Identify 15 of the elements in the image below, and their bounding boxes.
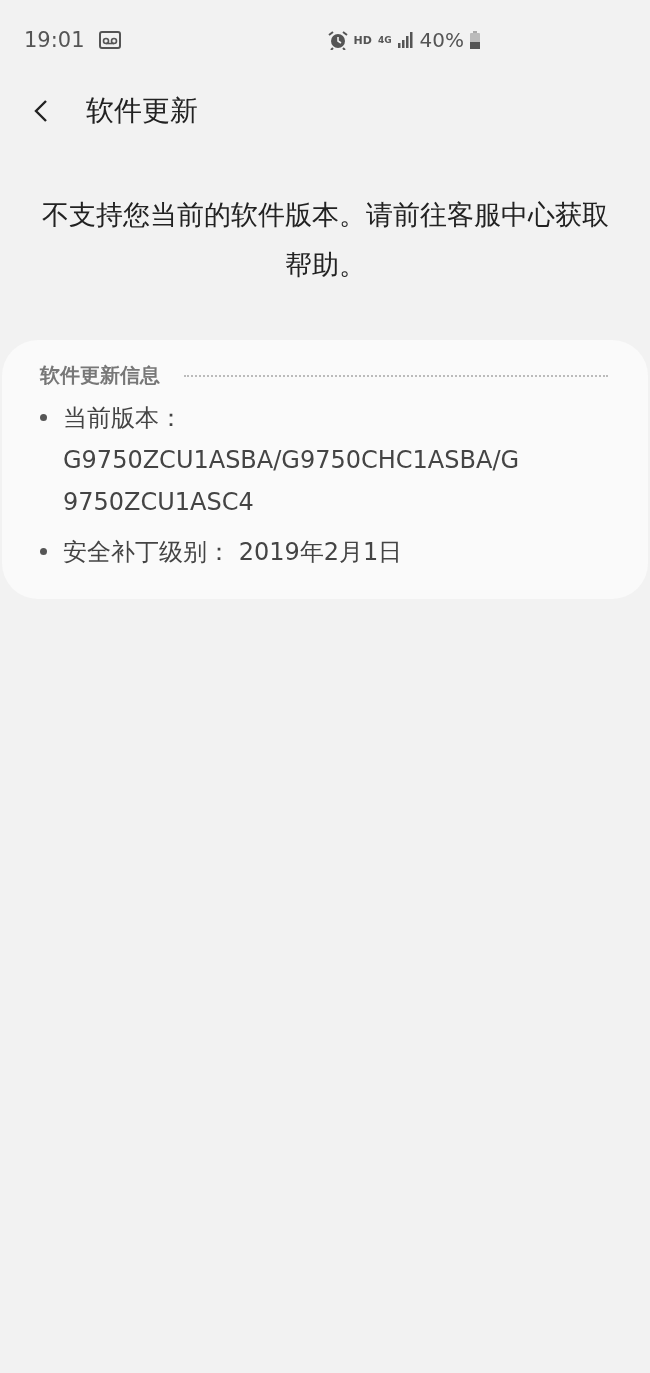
message-text: 不支持您当前的软件版本。请前往客服中心获取帮助。 bbox=[40, 198, 610, 282]
signal-icon bbox=[397, 32, 414, 48]
card-title: 软件更新信息 bbox=[40, 362, 160, 389]
battery-percent: 40% bbox=[419, 28, 464, 52]
clock-time: 19:01 bbox=[24, 28, 85, 52]
battery-icon bbox=[470, 31, 480, 49]
voicemail-icon bbox=[98, 31, 121, 49]
hd-label: HD bbox=[353, 33, 372, 47]
network-label: 4G bbox=[377, 35, 392, 45]
page-title: 软件更新 bbox=[86, 93, 198, 129]
bullet-icon bbox=[40, 414, 47, 421]
info-text: 当前版本：G9750ZCU1ASBA/G9750CHC1ASBA/G9750ZCU1ASC4 bbox=[63, 403, 521, 518]
alarm-icon bbox=[327, 30, 348, 50]
bullet-icon bbox=[40, 548, 47, 555]
info-text: 安全补丁级别： 2019年2月1日 bbox=[63, 537, 403, 568]
